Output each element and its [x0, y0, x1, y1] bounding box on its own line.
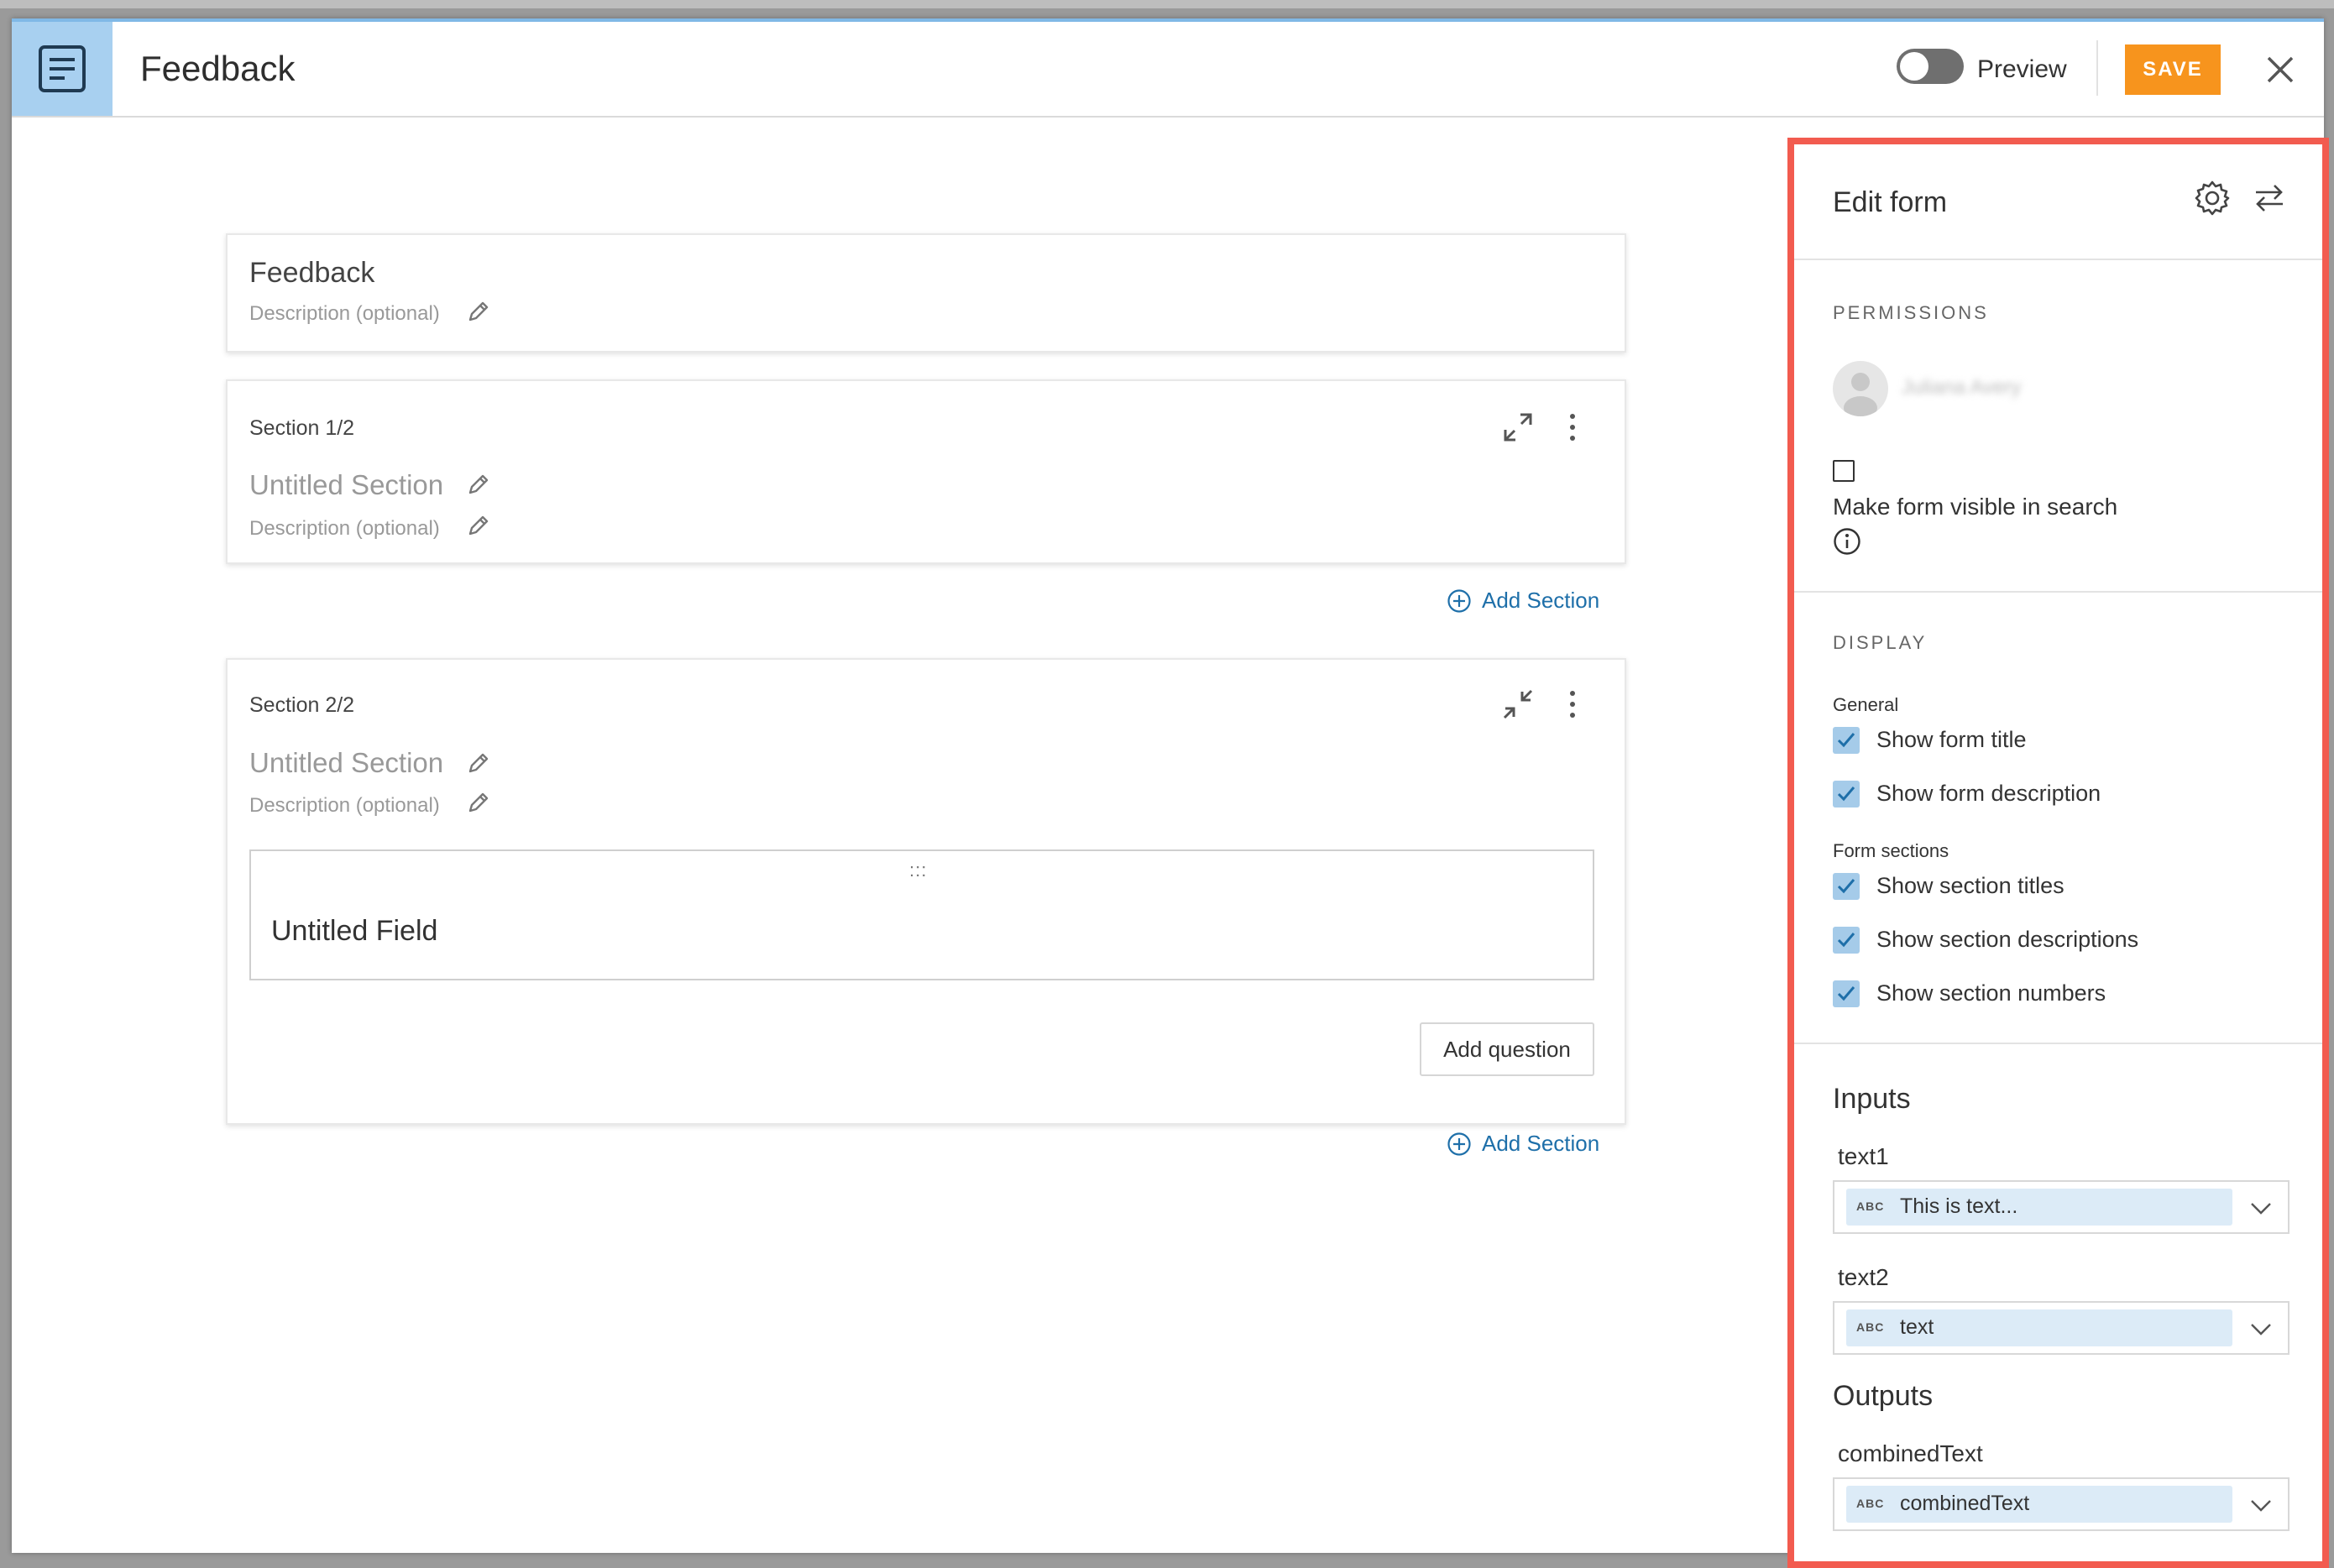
variable-value: This is text...: [1900, 1194, 2018, 1218]
section-title[interactable]: Untitled Section: [249, 469, 443, 501]
add-section-link-2[interactable]: Add Section: [1447, 1131, 1599, 1157]
input-name: text2: [1838, 1264, 1889, 1290]
info-icon[interactable]: [1833, 527, 1861, 556]
section-number-label: Section 1/2: [249, 416, 355, 440]
panel-title: Edit form: [1833, 186, 1948, 218]
panel-divider: [1794, 1043, 2322, 1044]
section-description[interactable]: Description (optional): [249, 517, 440, 541]
show-section-titles-label: Show section titles: [1876, 873, 2064, 898]
more-options-icon[interactable]: [1567, 688, 1578, 720]
chevron-down-icon[interactable]: [2248, 1492, 2274, 1518]
show-form-title-label: Show form title: [1876, 727, 2027, 752]
add-section-link-1[interactable]: Add Section: [1447, 588, 1599, 614]
form-description[interactable]: Description (optional): [249, 302, 440, 326]
show-section-descriptions-checkbox[interactable]: [1833, 927, 1860, 954]
input-name: text1: [1838, 1143, 1889, 1169]
avatar: [1833, 361, 1888, 416]
show-form-description-checkbox[interactable]: [1833, 781, 1860, 808]
input-text1-select[interactable]: ABC This is text...: [1833, 1180, 2290, 1234]
show-form-description-label: Show form description: [1876, 781, 2101, 806]
variable-chip: ABC text: [1846, 1309, 2232, 1346]
close-button[interactable]: [2263, 53, 2297, 86]
close-icon: [2263, 53, 2297, 86]
preview-toggle[interactable]: [1897, 49, 1964, 84]
variable-chip: ABC This is text...: [1846, 1189, 2232, 1226]
general-label: General: [1833, 694, 1899, 715]
show-section-numbers-label: Show section numbers: [1876, 980, 2106, 1006]
show-section-descriptions-label: Show section descriptions: [1876, 927, 2139, 952]
section-card-1: Section 1/2 Untitled Section Description…: [226, 379, 1626, 564]
outputs-heading: Outputs: [1833, 1380, 1934, 1412]
add-circle-icon: [1447, 1132, 1472, 1157]
show-section-titles-checkbox[interactable]: [1833, 873, 1860, 900]
show-form-title-checkbox[interactable]: [1833, 727, 1860, 754]
collapse-icon[interactable]: [1502, 688, 1534, 720]
form-sections-label: Form sections: [1833, 840, 1949, 861]
variable-value: text: [1900, 1315, 1934, 1339]
drag-handle[interactable]: :::: [909, 860, 927, 881]
edit-section-description-pencil-icon[interactable]: [466, 513, 491, 538]
save-button[interactable]: SAVE: [2125, 44, 2221, 95]
edit-description-pencil-icon[interactable]: [466, 299, 491, 324]
chevron-down-icon[interactable]: [2248, 1316, 2274, 1341]
field-title[interactable]: Untitled Field: [271, 915, 437, 948]
show-section-numbers-checkbox[interactable]: [1833, 980, 1860, 1007]
section-description[interactable]: Description (optional): [249, 794, 440, 818]
type-badge-abc: ABC: [1856, 1200, 1885, 1213]
visible-in-search-checkbox[interactable]: [1833, 460, 1855, 482]
more-options-icon[interactable]: [1567, 411, 1578, 443]
add-question-button[interactable]: Add question: [1420, 1022, 1594, 1076]
section-card-2: Section 2/2 Untitled Section Description…: [226, 658, 1626, 1125]
form-editor-window: Feedback Preview SAVE Feedback Descripti…: [12, 18, 2329, 1568]
variable-chip: ABC combinedText: [1846, 1486, 2232, 1523]
permissions-heading: PERMISSIONS: [1833, 302, 1989, 323]
variable-value: combinedText: [1900, 1492, 2030, 1515]
form-document-icon: [38, 44, 86, 93]
toggle-knob: [1900, 52, 1928, 81]
section-title[interactable]: Untitled Section: [249, 747, 443, 779]
edit-section-title-pencil-icon[interactable]: [466, 750, 491, 776]
header-bar: Feedback Preview SAVE: [12, 18, 2324, 118]
form-title-card: Feedback Description (optional): [226, 233, 1626, 353]
panel-divider: [1794, 259, 2322, 260]
edit-form-panel: Edit form PERMISSIONS Juliana Avery Make…: [1787, 138, 2329, 1568]
add-circle-icon: [1447, 588, 1472, 614]
add-section-label: Add Section: [1482, 588, 1600, 613]
header-divider: [2096, 40, 2098, 96]
output-combinedtext-select[interactable]: ABC combinedText: [1833, 1477, 2290, 1531]
panel-divider: [1794, 591, 2322, 593]
inputs-heading: Inputs: [1833, 1083, 1911, 1115]
field-box[interactable]: ::: Untitled Field: [249, 849, 1594, 980]
form-title[interactable]: Feedback: [249, 257, 374, 290]
add-section-label: Add Section: [1482, 1131, 1600, 1156]
permission-user-name: Juliana Avery: [1902, 376, 2022, 399]
type-badge-abc: ABC: [1856, 1497, 1885, 1510]
preview-label: Preview: [1977, 55, 2067, 83]
background-window: [0, 0, 2334, 8]
type-badge-abc: ABC: [1856, 1320, 1885, 1334]
form-app-tile: [12, 22, 113, 116]
output-name: combinedText: [1838, 1440, 1983, 1466]
edit-section-description-pencil-icon[interactable]: [466, 790, 491, 815]
chevron-down-icon[interactable]: [2248, 1195, 2274, 1220]
settings-gear-icon[interactable]: [2194, 180, 2231, 217]
section-number-label: Section 2/2: [249, 693, 355, 717]
expand-icon[interactable]: [1502, 411, 1534, 443]
swap-arrows-icon[interactable]: [2253, 181, 2286, 215]
visible-in-search-label: Make form visible in search: [1833, 494, 2118, 520]
edit-section-title-pencil-icon[interactable]: [466, 472, 491, 497]
input-text2-select[interactable]: ABC text: [1833, 1301, 2290, 1355]
display-heading: DISPLAY: [1833, 632, 1928, 653]
app-title: Feedback: [140, 49, 296, 88]
